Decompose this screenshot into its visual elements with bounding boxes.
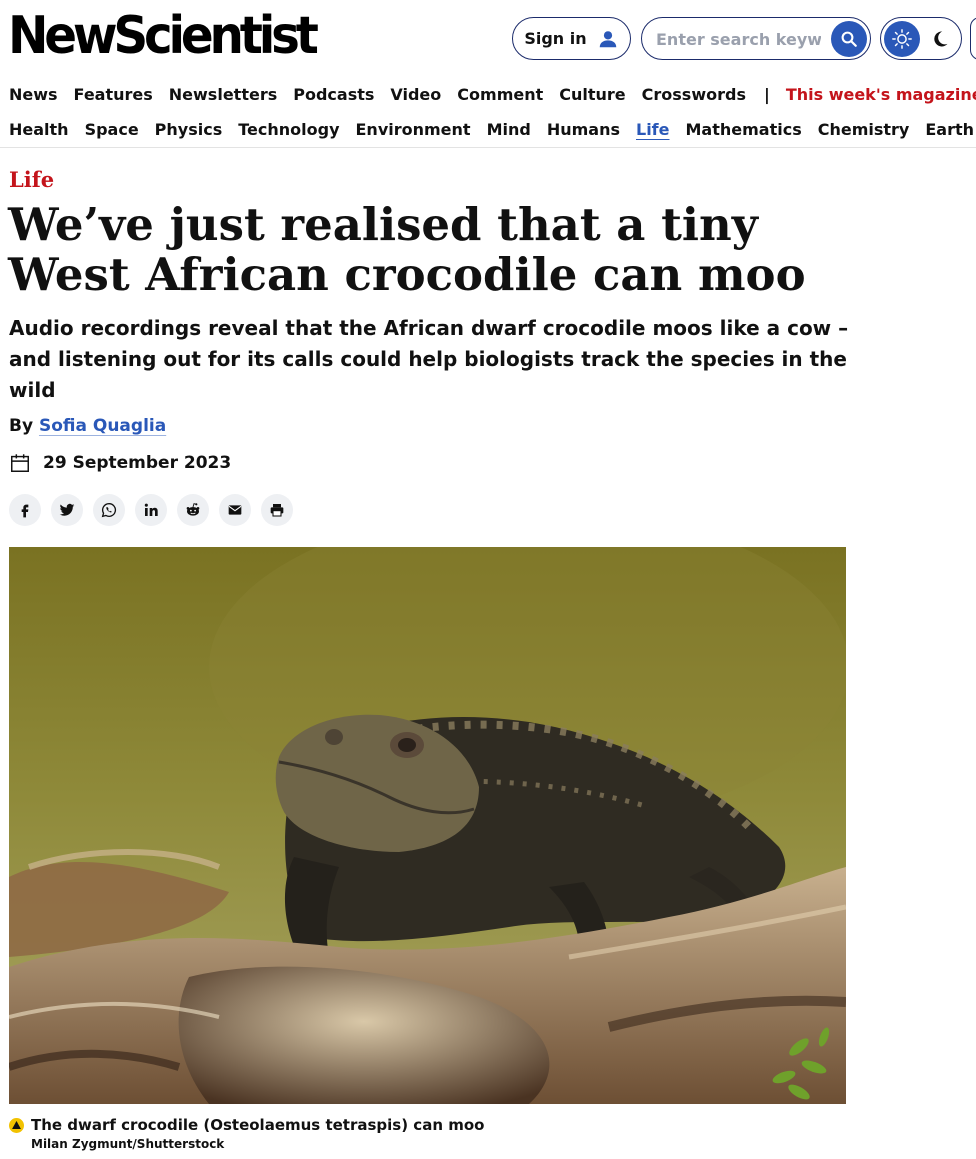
user-icon <box>599 30 616 47</box>
crocodile-photo <box>9 547 846 1104</box>
article-headline: We’ve just realised that a tiny West Afr… <box>8 198 806 301</box>
caption-toggle-icon[interactable] <box>9 1117 24 1133</box>
reddit-icon <box>186 503 200 516</box>
topic-environment[interactable]: Environment <box>356 120 471 139</box>
caption-text: The dwarf crocodile (Osteolaemus tetrasp… <box>31 1116 485 1134</box>
nav-item-news[interactable]: News <box>9 85 58 104</box>
site-logo[interactable]: NewScientist <box>8 6 319 66</box>
share-linkedin-button[interactable] <box>135 494 167 526</box>
byline-prefix: By <box>9 416 34 436</box>
nav-item-podcasts[interactable]: Podcasts <box>293 85 374 104</box>
nav-item-newsletters[interactable]: Newsletters <box>169 85 277 104</box>
twitter-icon <box>59 503 75 516</box>
nav-item-comment[interactable]: Comment <box>457 85 543 104</box>
topic-physics[interactable]: Physics <box>155 120 223 139</box>
nav-separator: | <box>763 84 770 104</box>
dark-mode-button[interactable] <box>929 28 951 50</box>
section-label[interactable]: Life <box>9 167 54 192</box>
search-icon <box>841 31 857 47</box>
share-facebook-button[interactable] <box>9 494 41 526</box>
moon-icon <box>934 31 948 47</box>
nav-item-features[interactable]: Features <box>74 85 153 104</box>
topic-health[interactable]: Health <box>9 120 69 139</box>
share-whatsapp-button[interactable] <box>93 494 125 526</box>
image-credit: Milan Zygmunt/Shutterstock <box>31 1137 225 1151</box>
byline: By Sofia Quaglia <box>9 416 166 436</box>
menu-button[interactable] <box>970 17 976 60</box>
author-link[interactable]: Sofia Quaglia <box>39 416 166 436</box>
whatsapp-icon <box>101 502 117 518</box>
share-bar <box>9 494 293 526</box>
print-icon <box>270 504 284 517</box>
topic-mind[interactable]: Mind <box>487 120 531 139</box>
search-box <box>641 17 871 60</box>
share-email-button[interactable] <box>219 494 251 526</box>
sun-icon <box>892 29 912 49</box>
sign-in-label: Sign in <box>524 29 587 48</box>
topic-technology[interactable]: Technology <box>238 120 339 139</box>
nav-item-magazine[interactable]: This week's magazine <box>786 85 976 104</box>
linkedin-icon <box>144 503 158 516</box>
topic-humans[interactable]: Humans <box>547 120 620 139</box>
nav-item-culture[interactable]: Culture <box>559 85 625 104</box>
topic-space[interactable]: Space <box>85 120 139 139</box>
header-divider <box>0 147 976 148</box>
topic-life[interactable]: Life <box>636 120 670 139</box>
nav-item-crosswords[interactable]: Crosswords <box>642 85 746 104</box>
share-reddit-button[interactable] <box>177 494 209 526</box>
calendar-icon <box>11 454 29 472</box>
topic-nav: Health Space Physics Technology Environm… <box>9 118 976 140</box>
publish-date: 29 September 2023 <box>9 451 231 475</box>
sign-in-button[interactable]: Sign in <box>512 17 631 60</box>
article-standfirst: Audio recordings reveal that the African… <box>9 316 849 402</box>
nav-item-video[interactable]: Video <box>390 85 441 104</box>
primary-nav: News Features Newsletters Podcasts Video… <box>9 83 976 105</box>
search-button[interactable] <box>831 21 867 57</box>
site-header: NewScientist Sign in <box>0 0 976 78</box>
light-mode-button[interactable] <box>884 21 920 57</box>
date-text: 29 September 2023 <box>43 453 232 473</box>
hero-image <box>9 547 846 1104</box>
topic-earth[interactable]: Earth <box>925 120 974 139</box>
topic-chemistry[interactable]: Chemistry <box>818 120 910 139</box>
print-button[interactable] <box>261 494 293 526</box>
email-icon <box>228 505 242 515</box>
search-input[interactable] <box>656 27 821 51</box>
theme-toggle[interactable] <box>880 17 962 60</box>
share-twitter-button[interactable] <box>51 494 83 526</box>
facebook-icon <box>21 504 29 518</box>
topic-mathematics[interactable]: Mathematics <box>686 120 802 139</box>
image-caption: The dwarf crocodile (Osteolaemus tetrasp… <box>9 1116 484 1134</box>
